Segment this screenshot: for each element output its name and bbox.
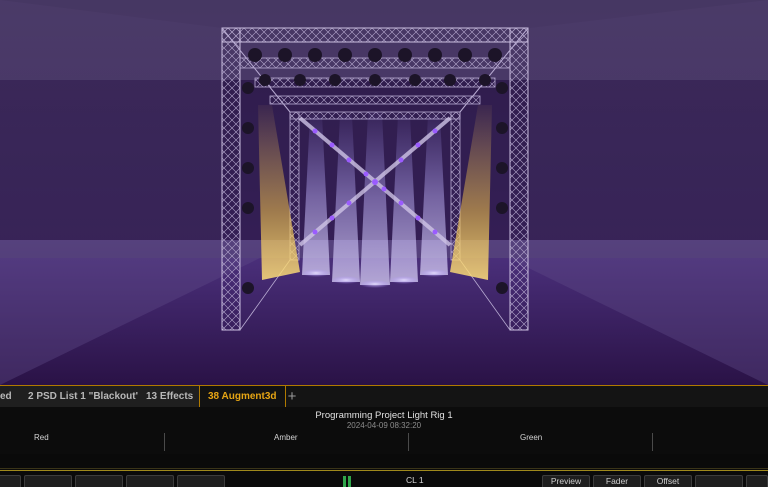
softkey-blank[interactable] <box>746 475 768 487</box>
cue-indicator <box>343 476 355 487</box>
left-wall <box>0 0 222 240</box>
softkey-blank[interactable] <box>177 475 225 487</box>
right-wall <box>530 0 768 240</box>
augment3d-viewport[interactable] <box>0 0 768 385</box>
tab-psd-list[interactable]: 2 PSD List 1 "Blackout" <box>20 386 150 408</box>
project-title: Programming Project Light Rig 1 <box>315 410 453 421</box>
plus-icon[interactable]: + <box>284 386 300 408</box>
softkey-blank[interactable] <box>695 475 743 487</box>
softkey-blank[interactable] <box>126 475 174 487</box>
tab-effects[interactable]: 13 Effects <box>138 386 203 408</box>
softkey-blank[interactable] <box>0 475 21 487</box>
softkey-blank[interactable] <box>24 475 72 487</box>
softkey-strip: CL 1 Preview Fader Offset <box>0 454 768 487</box>
preview-button[interactable]: Preview <box>542 475 590 487</box>
fader-button[interactable]: Fader <box>593 475 641 487</box>
column-header-amber: Amber <box>274 433 298 442</box>
tab-bar: ed 2 PSD List 1 "Blackout" 13 Effects 38… <box>0 385 768 408</box>
info-panel: Programming Project Light Rig 1 2024-04-… <box>0 407 768 454</box>
column-divider <box>652 433 653 451</box>
column-header-green: Green <box>520 433 543 442</box>
tab-augment3d[interactable]: 38 Augment3d <box>199 386 286 408</box>
column-divider <box>408 433 409 451</box>
cue-list-label: CL 1 <box>406 475 424 485</box>
tab-partial[interactable]: ed <box>0 386 21 408</box>
column-header-red: Red <box>34 433 49 442</box>
project-timestamp: 2024-04-09 08:32:20 <box>346 421 422 430</box>
column-divider <box>164 433 165 451</box>
offset-button[interactable]: Offset <box>644 475 692 487</box>
softkey-blank[interactable] <box>75 475 123 487</box>
status-rule <box>0 470 768 471</box>
